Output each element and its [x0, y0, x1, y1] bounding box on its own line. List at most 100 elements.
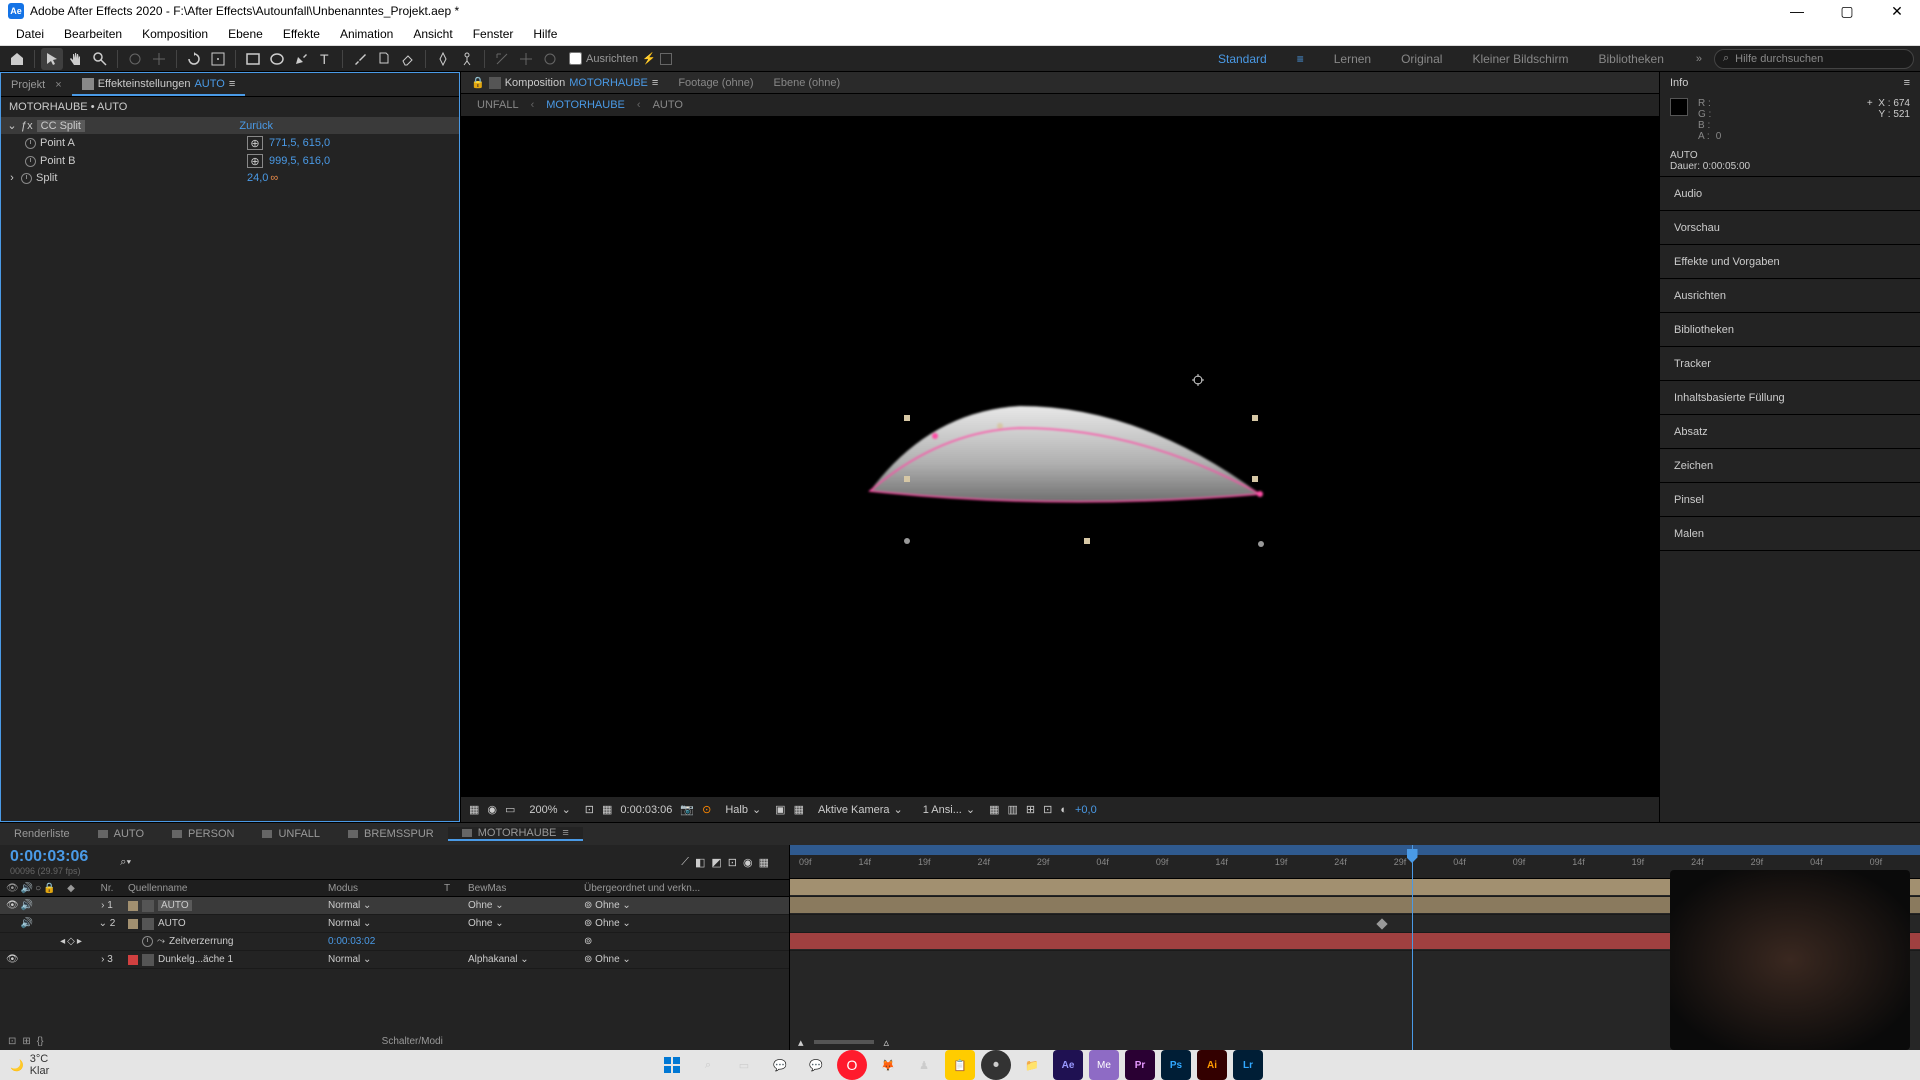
tl-tab-bremsspur[interactable]: BREMSSPUR	[334, 828, 448, 840]
effect-name[interactable]: CC Split	[37, 120, 85, 132]
param-value-split[interactable]: 24,0	[247, 172, 268, 184]
taskbar-start[interactable]	[657, 1050, 687, 1080]
taskbar-media-encoder[interactable]: Me	[1089, 1050, 1119, 1080]
layer-row-3[interactable]: 👁 › 3 Dunkelg...äche 1 Normal ⌄ Alphakan…	[0, 951, 789, 969]
selection-tool[interactable]	[41, 48, 63, 70]
weather-widget[interactable]: 🌙 3°C Klar	[10, 1053, 49, 1077]
crosshair-icon[interactable]: ⊕	[247, 154, 263, 168]
panel-ausrichten[interactable]: Ausrichten	[1660, 279, 1920, 313]
kf-add-icon[interactable]: ◇	[67, 936, 75, 947]
menu-effekte[interactable]: Effekte	[273, 27, 330, 41]
panel-menu-icon[interactable]: ≡	[1904, 77, 1910, 89]
taskbar-opera[interactable]: O	[837, 1050, 867, 1080]
tl-footer-icon1[interactable]: ⊡	[8, 1036, 16, 1047]
roto-tool[interactable]	[432, 48, 454, 70]
grid-icon[interactable]: ▦	[602, 803, 612, 816]
tl-shy-icon[interactable]: ⟋	[681, 856, 689, 869]
tl-tab-unfall[interactable]: UNFALL	[248, 828, 334, 840]
hand-tool[interactable]	[65, 48, 87, 70]
snap-grid-icon[interactable]	[660, 53, 672, 65]
camera-dropdown[interactable]: Aktive Kamera ⌄	[812, 803, 909, 816]
menu-komposition[interactable]: Komposition	[132, 27, 218, 41]
taskbar-taskview[interactable]: ▭	[729, 1050, 759, 1080]
exposure-value[interactable]: +0,0	[1075, 804, 1097, 816]
orbit-tool[interactable]	[124, 48, 146, 70]
rect-tool[interactable]	[242, 48, 264, 70]
alpha-toggle-icon[interactable]: ▦	[469, 803, 479, 816]
workspace-standard[interactable]: Standard	[1218, 52, 1267, 66]
bbox-handle[interactable]	[904, 538, 910, 544]
workspace-bibliotheken[interactable]: Bibliotheken	[1598, 52, 1663, 66]
speaker-icon[interactable]: 🔊	[21, 918, 33, 929]
viewer-timecode[interactable]: 0:00:03:06	[620, 804, 672, 816]
speaker-icon[interactable]: 🔊	[21, 900, 33, 911]
tab-menu-icon[interactable]: ≡	[652, 77, 658, 89]
minimize-button[interactable]: —	[1782, 3, 1812, 20]
keyframe-marker[interactable]	[1376, 918, 1387, 929]
help-search[interactable]: ⌕ Hilfe durchsuchen	[1714, 49, 1914, 69]
tl-tab-motorhaube[interactable]: MOTORHAUBE≡	[448, 827, 583, 841]
workspace-menu-icon[interactable]: ≡	[1297, 52, 1304, 66]
maximize-button[interactable]: ▢	[1832, 3, 1862, 20]
tl-footer-icon2[interactable]: ⊞	[22, 1036, 30, 1047]
bbox-handle[interactable]	[904, 415, 910, 421]
eye-icon[interactable]: 👁	[6, 900, 19, 911]
kf-next-icon[interactable]: ▸	[77, 936, 82, 947]
taskbar-app2[interactable]: 📋	[945, 1050, 975, 1080]
rotate-tool[interactable]	[183, 48, 205, 70]
panel-vorschau[interactable]: Vorschau	[1660, 211, 1920, 245]
view-opt-2-icon[interactable]: ▥	[1008, 803, 1018, 816]
tab-menu-icon[interactable]: ≡	[229, 78, 235, 90]
brush-tool[interactable]	[349, 48, 371, 70]
menu-hilfe[interactable]: Hilfe	[523, 27, 567, 41]
tl-draft3d-icon[interactable]: ◩	[711, 856, 721, 869]
panel-absatz[interactable]: Absatz	[1660, 415, 1920, 449]
tab-menu-icon[interactable]: ≡	[562, 827, 568, 839]
bbox-handle[interactable]	[904, 476, 910, 482]
tab-effect-controls[interactable]: Effekteinstellungen AUTO ≡	[72, 73, 246, 96]
workspace-kleiner[interactable]: Kleiner Bildschirm	[1472, 52, 1568, 66]
tl-brainstorm-icon[interactable]: ▦	[759, 856, 769, 869]
tl-tab-auto[interactable]: AUTO	[84, 828, 158, 840]
tl-motion-blur-icon[interactable]: ◉	[743, 856, 753, 869]
pen-tool[interactable]	[290, 48, 312, 70]
bbox-handle[interactable]	[1084, 538, 1090, 544]
world-axis-tool[interactable]	[515, 48, 537, 70]
panel-audio[interactable]: Audio	[1660, 177, 1920, 211]
layer-shape[interactable]	[840, 376, 1280, 536]
res-lock-icon[interactable]: ⊡	[585, 803, 594, 816]
zoom-in-icon[interactable]: ▵	[884, 1036, 890, 1049]
snapshot-icon[interactable]: 📷	[680, 803, 694, 816]
bbox-handle[interactable]	[1252, 415, 1258, 421]
comp-tab-active[interactable]: 🔒 Komposition MOTORHAUBE ≡	[461, 76, 668, 89]
workspace-original[interactable]: Original	[1401, 52, 1442, 66]
taskbar-ae[interactable]: Ae	[1053, 1050, 1083, 1080]
resolution-dropdown[interactable]: Halb ⌄	[719, 803, 767, 816]
zoom-out-icon[interactable]: ▴	[798, 1036, 804, 1049]
mask-toggle-icon[interactable]: ▭	[505, 803, 515, 816]
panel-pinsel[interactable]: Pinsel	[1660, 483, 1920, 517]
zoom-slider[interactable]	[814, 1040, 874, 1044]
view-dropdown[interactable]: 1 Ansi... ⌄	[917, 803, 981, 816]
switches-toggle[interactable]: Schalter/Modi	[43, 1036, 781, 1047]
bc-unfall[interactable]: UNFALL	[477, 99, 519, 111]
stopwatch-point-b[interactable]	[25, 156, 36, 167]
taskbar-ai[interactable]: Ai	[1197, 1050, 1227, 1080]
roi-icon[interactable]: ▣	[775, 803, 785, 816]
layer-row-2[interactable]: 👁🔊 ⌄ 2 AUTO Normal ⌄ Ohne ⌄ ⊚ Ohne ⌄	[0, 915, 789, 933]
bc-motorhaube[interactable]: MOTORHAUBE	[546, 99, 625, 111]
panel-effekte[interactable]: Effekte und Vorgaben	[1660, 245, 1920, 279]
comp-viewer[interactable]	[461, 116, 1659, 796]
param-expand[interactable]: ›	[7, 172, 17, 184]
menu-animation[interactable]: Animation	[330, 27, 403, 41]
fx-enable-icon[interactable]: ƒx	[21, 120, 33, 132]
param-value-point-b[interactable]: 999,5, 616,0	[269, 155, 330, 167]
tl-tab-renderliste[interactable]: Renderliste	[0, 828, 84, 840]
layer-prop-row[interactable]: ◂◇▸ ⤳ Zeitverzerrung 0:00:03:02 ⊚	[0, 933, 789, 951]
col-video-icon[interactable]: 👁	[6, 883, 19, 894]
comp-tab-footage[interactable]: Footage (ohne)	[668, 77, 763, 89]
clone-tool[interactable]	[373, 48, 395, 70]
eye-icon[interactable]: 👁	[6, 954, 19, 965]
panel-malen[interactable]: Malen	[1660, 517, 1920, 551]
col-audio-icon[interactable]: 🔊	[21, 883, 33, 894]
